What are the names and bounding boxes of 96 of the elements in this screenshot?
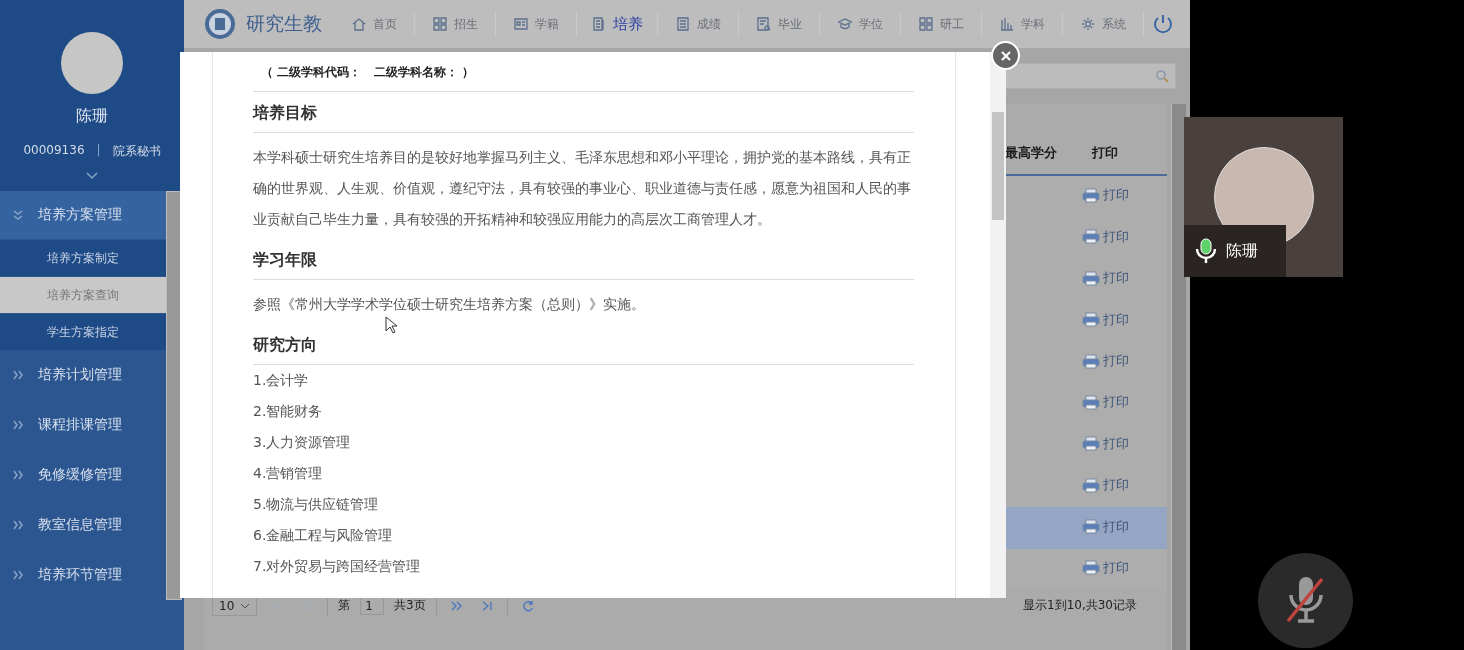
menu-group-label: 培养环节管理 xyxy=(38,566,122,584)
menu-group-label: 课程排课管理 xyxy=(38,416,122,434)
paragraph: 参照《常州大学学术学位硕士研究生培养方案（总则）》实施。 xyxy=(253,295,646,314)
page-label: 第 xyxy=(338,597,351,615)
nav-tab[interactable]: 毕业 xyxy=(739,12,820,36)
close-icon xyxy=(999,49,1012,62)
printer-icon xyxy=(1081,477,1100,493)
user-name: 陈珊 xyxy=(76,106,108,127)
menu-item[interactable]: 培养方案制定 xyxy=(0,239,166,276)
double-chevron-right-icon xyxy=(12,369,24,381)
print-link[interactable]: 打印 xyxy=(1081,269,1129,288)
print-link[interactable]: 打印 xyxy=(1081,227,1129,246)
nav-tab[interactable]: 培养 xyxy=(577,12,658,36)
mouse-cursor-icon xyxy=(385,316,397,334)
menu-item[interactable]: 学生方案指定 xyxy=(0,313,166,350)
gear-icon xyxy=(1080,17,1095,31)
double-chevron-right-icon xyxy=(12,469,24,481)
printer-icon xyxy=(1081,353,1100,369)
next-page-icon[interactable] xyxy=(450,599,463,612)
menu-group[interactable]: 培养方案管理 xyxy=(0,191,166,239)
paragraph: 本学科硕士研究生培养目的是较好地掌握马列主义、毛泽东思想和邓小平理论，拥护党的基本路线，具有正确的世界观、人生观、价值观，遵纪守法，具有较强的事业心、职业道德与责任感，愿意为祖国和人民的事业贡献自己毕生力量，具有较强的开拓精神和较强应用能力的高层次工商管理人才。 xyxy=(253,148,912,229)
print-link[interactable]: 打印 xyxy=(1081,186,1129,205)
grid-icon xyxy=(918,17,933,31)
nav-tab[interactable]: 研工 xyxy=(901,12,982,36)
user-role: 院系秘书 xyxy=(112,143,161,160)
nav-tab[interactable]: 招生 xyxy=(415,12,496,36)
printer-icon xyxy=(1081,312,1100,328)
grid-icon xyxy=(432,17,447,31)
double-chevron-right-icon xyxy=(12,519,24,531)
refresh-icon[interactable] xyxy=(521,599,534,612)
total-pages: 共3页 xyxy=(393,597,426,615)
printer-icon xyxy=(1081,436,1100,452)
list-item: 4.营销管理 xyxy=(253,464,324,483)
double-chevron-right-icon xyxy=(12,569,24,581)
power-icon[interactable] xyxy=(1152,13,1174,35)
print-link[interactable]: 打印 xyxy=(1081,393,1129,412)
university-logo-icon xyxy=(204,8,236,40)
scrollbar[interactable] xyxy=(1171,104,1186,650)
printer-icon xyxy=(1081,560,1100,576)
list-item: 2.智能财务 xyxy=(253,402,324,421)
print-link[interactable]: 打印 xyxy=(1081,476,1129,495)
bars-icon xyxy=(999,17,1014,31)
print-link[interactable]: 打印 xyxy=(1081,434,1129,453)
card-icon xyxy=(513,17,528,31)
brand-title: 研究生教 xyxy=(246,11,322,36)
caret-down-icon xyxy=(240,602,251,609)
printer-icon xyxy=(1081,187,1100,203)
section-heading: 培养目标 xyxy=(253,92,914,133)
nav-tab[interactable]: 学科 xyxy=(982,12,1063,36)
nav-tab[interactable]: 系统 xyxy=(1063,12,1144,36)
menu-group-label: 培养计划管理 xyxy=(38,366,122,384)
list-icon xyxy=(675,17,690,31)
search-icon xyxy=(1155,69,1169,83)
menu-group[interactable]: 课程排课管理 xyxy=(0,400,166,450)
menu-group-label: 培养方案管理 xyxy=(38,206,122,224)
list-item: 6.金融工程与风险管理 xyxy=(253,526,394,545)
print-link[interactable]: 打印 xyxy=(1081,517,1129,536)
participant-name: 陈珊 xyxy=(1226,240,1258,262)
list-item: 7.对外贸易与跨国经营管理 xyxy=(253,557,422,576)
menu-group[interactable]: 教室信息管理 xyxy=(0,500,166,550)
double-chevron-down-icon xyxy=(12,209,24,221)
cap-icon xyxy=(837,17,852,31)
chevron-down-icon[interactable] xyxy=(86,172,98,180)
menu-item[interactable]: 培养方案查询 xyxy=(0,276,166,313)
printer-icon xyxy=(1081,270,1100,286)
column-header: 最高学分 xyxy=(1004,144,1058,162)
print-link[interactable]: 打印 xyxy=(1081,352,1129,370)
printer-icon xyxy=(1081,519,1100,535)
nav-tab[interactable]: 学位 xyxy=(820,12,901,36)
section-heading: 学习年限 xyxy=(253,239,914,280)
user-id: 00009136 xyxy=(23,143,85,159)
record-summary: 显示1到10,共30记录 xyxy=(1023,597,1137,615)
menu-group-label: 教室信息管理 xyxy=(38,516,122,534)
doc-icon xyxy=(591,17,606,31)
printer-icon xyxy=(1081,229,1100,245)
nav-tab[interactable]: 成绩 xyxy=(658,12,739,36)
certificate-icon xyxy=(756,17,771,31)
print-link[interactable]: 打印 xyxy=(1081,310,1129,329)
subtitle: （ 二级学科代码： 二级学科名称： ） xyxy=(253,64,914,92)
menu-group[interactable]: 培养环节管理 xyxy=(0,550,166,600)
menu-group[interactable]: 培养计划管理 xyxy=(0,350,166,400)
list-item: 5.物流与供应链管理 xyxy=(253,495,380,514)
last-page-icon[interactable] xyxy=(480,599,493,612)
home-icon xyxy=(351,17,366,31)
column-header: 打印 xyxy=(1090,144,1119,162)
nav-tab[interactable]: 首页 xyxy=(334,12,415,36)
menu-group-label: 免修缓修管理 xyxy=(38,466,122,484)
menu-group[interactable]: 免修缓修管理 xyxy=(0,450,166,500)
double-chevron-right-icon xyxy=(12,419,24,431)
scrollbar[interactable] xyxy=(990,52,1006,598)
separator: | xyxy=(96,143,101,159)
nav-tab[interactable]: 学籍 xyxy=(496,12,577,36)
list-item: 1.会计学 xyxy=(253,371,310,390)
printer-icon xyxy=(1081,394,1100,410)
print-link[interactable]: 打印 xyxy=(1081,558,1129,577)
list-item: 3.人力资源管理 xyxy=(253,433,352,452)
